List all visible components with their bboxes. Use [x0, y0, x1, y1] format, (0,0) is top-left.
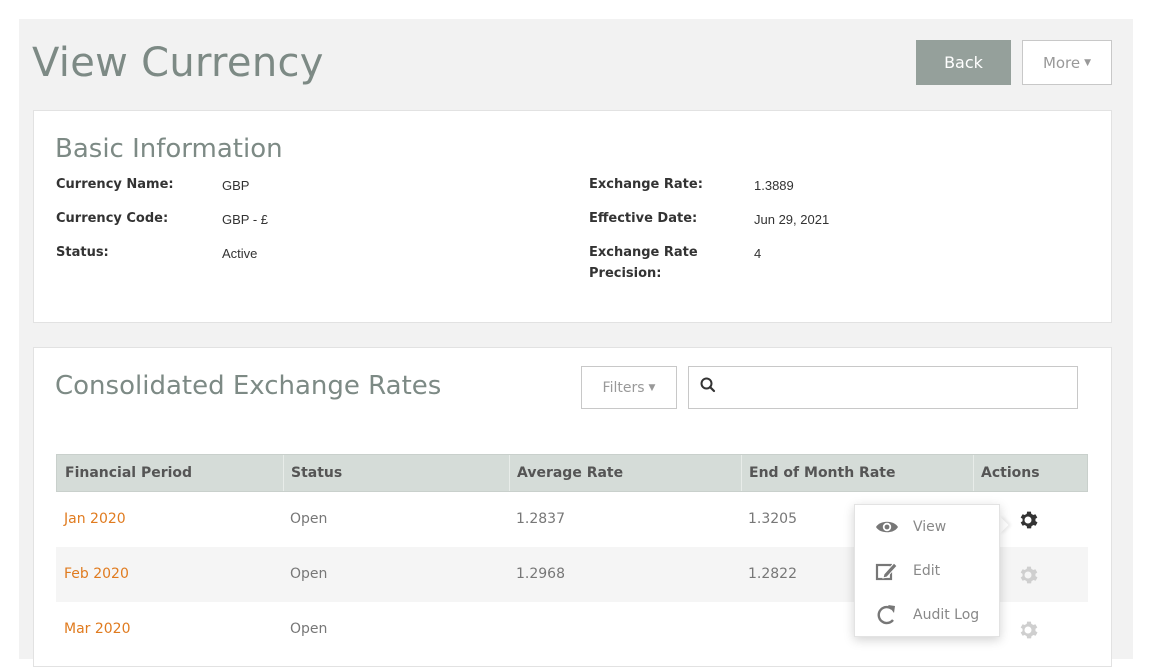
currency-code-label: Currency Code:	[56, 211, 169, 226]
currency-code-value: GBP - £	[222, 212, 269, 227]
menu-item-view[interactable]: View	[855, 509, 999, 545]
average-rate-cell: 1.2968	[516, 566, 565, 582]
gear-icon[interactable]	[1018, 620, 1038, 640]
status-cell: Open	[290, 566, 328, 582]
exchange-rate-precision-label-line2: Precision:	[589, 266, 662, 281]
effective-date-label: Effective Date:	[589, 211, 698, 226]
status-value: Active	[222, 246, 258, 261]
consolidated-rates-title: Consolidated Exchange Rates	[55, 371, 442, 401]
financial-period-link[interactable]: Feb 2020	[56, 547, 129, 602]
exchange-rate-precision-value: 4	[754, 246, 762, 261]
refresh-icon	[877, 605, 895, 625]
menu-item-edit[interactable]: Edit	[855, 553, 999, 589]
exchange-rate-label: Exchange Rate:	[589, 177, 703, 192]
status-cell: Open	[290, 621, 328, 637]
page-title: View Currency	[32, 40, 324, 86]
menu-item-view-label: View	[913, 519, 947, 535]
gear-icon[interactable]	[1018, 510, 1038, 530]
effective-date-value: Jun 29, 2021	[754, 212, 830, 227]
more-button-label: More	[1042, 53, 1081, 72]
eye-icon	[876, 521, 898, 533]
search-box	[688, 366, 1078, 410]
menu-item-audit-log-label: Audit Log	[913, 607, 980, 623]
gear-icon[interactable]	[1018, 565, 1038, 585]
average-rate-cell	[508, 602, 516, 657]
average-rate-cell: 1.2837	[516, 511, 565, 527]
end-of-month-rate-cell: 1.2822	[748, 566, 797, 582]
status-label: Status:	[56, 245, 109, 260]
column-header-average-rate[interactable]: Average Rate	[509, 455, 741, 491]
back-button[interactable]: Back	[916, 40, 1011, 85]
caret-down-icon: ▼	[648, 382, 656, 393]
caret-down-icon: ▼	[1084, 57, 1092, 68]
currency-name-value: GBP	[222, 178, 250, 193]
menu-item-edit-label: Edit	[913, 563, 941, 579]
search-input[interactable]	[725, 367, 1077, 410]
column-header-financial-period[interactable]: Financial Period	[57, 455, 283, 491]
filters-button[interactable]: Filters ▼	[581, 366, 677, 409]
edit-icon	[875, 562, 898, 581]
column-header-actions: Actions	[981, 465, 1040, 481]
currency-name-label: Currency Name:	[56, 177, 174, 192]
filters-button-label: Filters	[602, 379, 645, 396]
more-button[interactable]: More ▼	[1022, 40, 1112, 85]
column-header-status[interactable]: Status	[283, 455, 509, 491]
search-icon	[700, 377, 716, 393]
menu-item-audit-log[interactable]: Audit Log	[855, 597, 999, 633]
exchange-rate-precision-label-line1: Exchange Rate	[589, 245, 698, 260]
exchange-rate-value: 1.3889	[754, 178, 794, 193]
status-cell: Open	[290, 511, 328, 527]
basic-information-title: Basic Information	[55, 134, 283, 164]
column-header-end-of-month-rate[interactable]: End of Month Rate	[741, 455, 973, 491]
financial-period-link[interactable]: Jan 2020	[56, 492, 126, 547]
actions-dropdown-menu: View Edit Audit Log	[854, 504, 1000, 637]
financial-period-link[interactable]: Mar 2020	[56, 602, 131, 657]
table-header: Financial Period Status Average Rate End…	[56, 454, 1088, 492]
end-of-month-rate-cell: 1.3205	[748, 511, 797, 527]
end-of-month-rate-cell	[740, 602, 748, 657]
